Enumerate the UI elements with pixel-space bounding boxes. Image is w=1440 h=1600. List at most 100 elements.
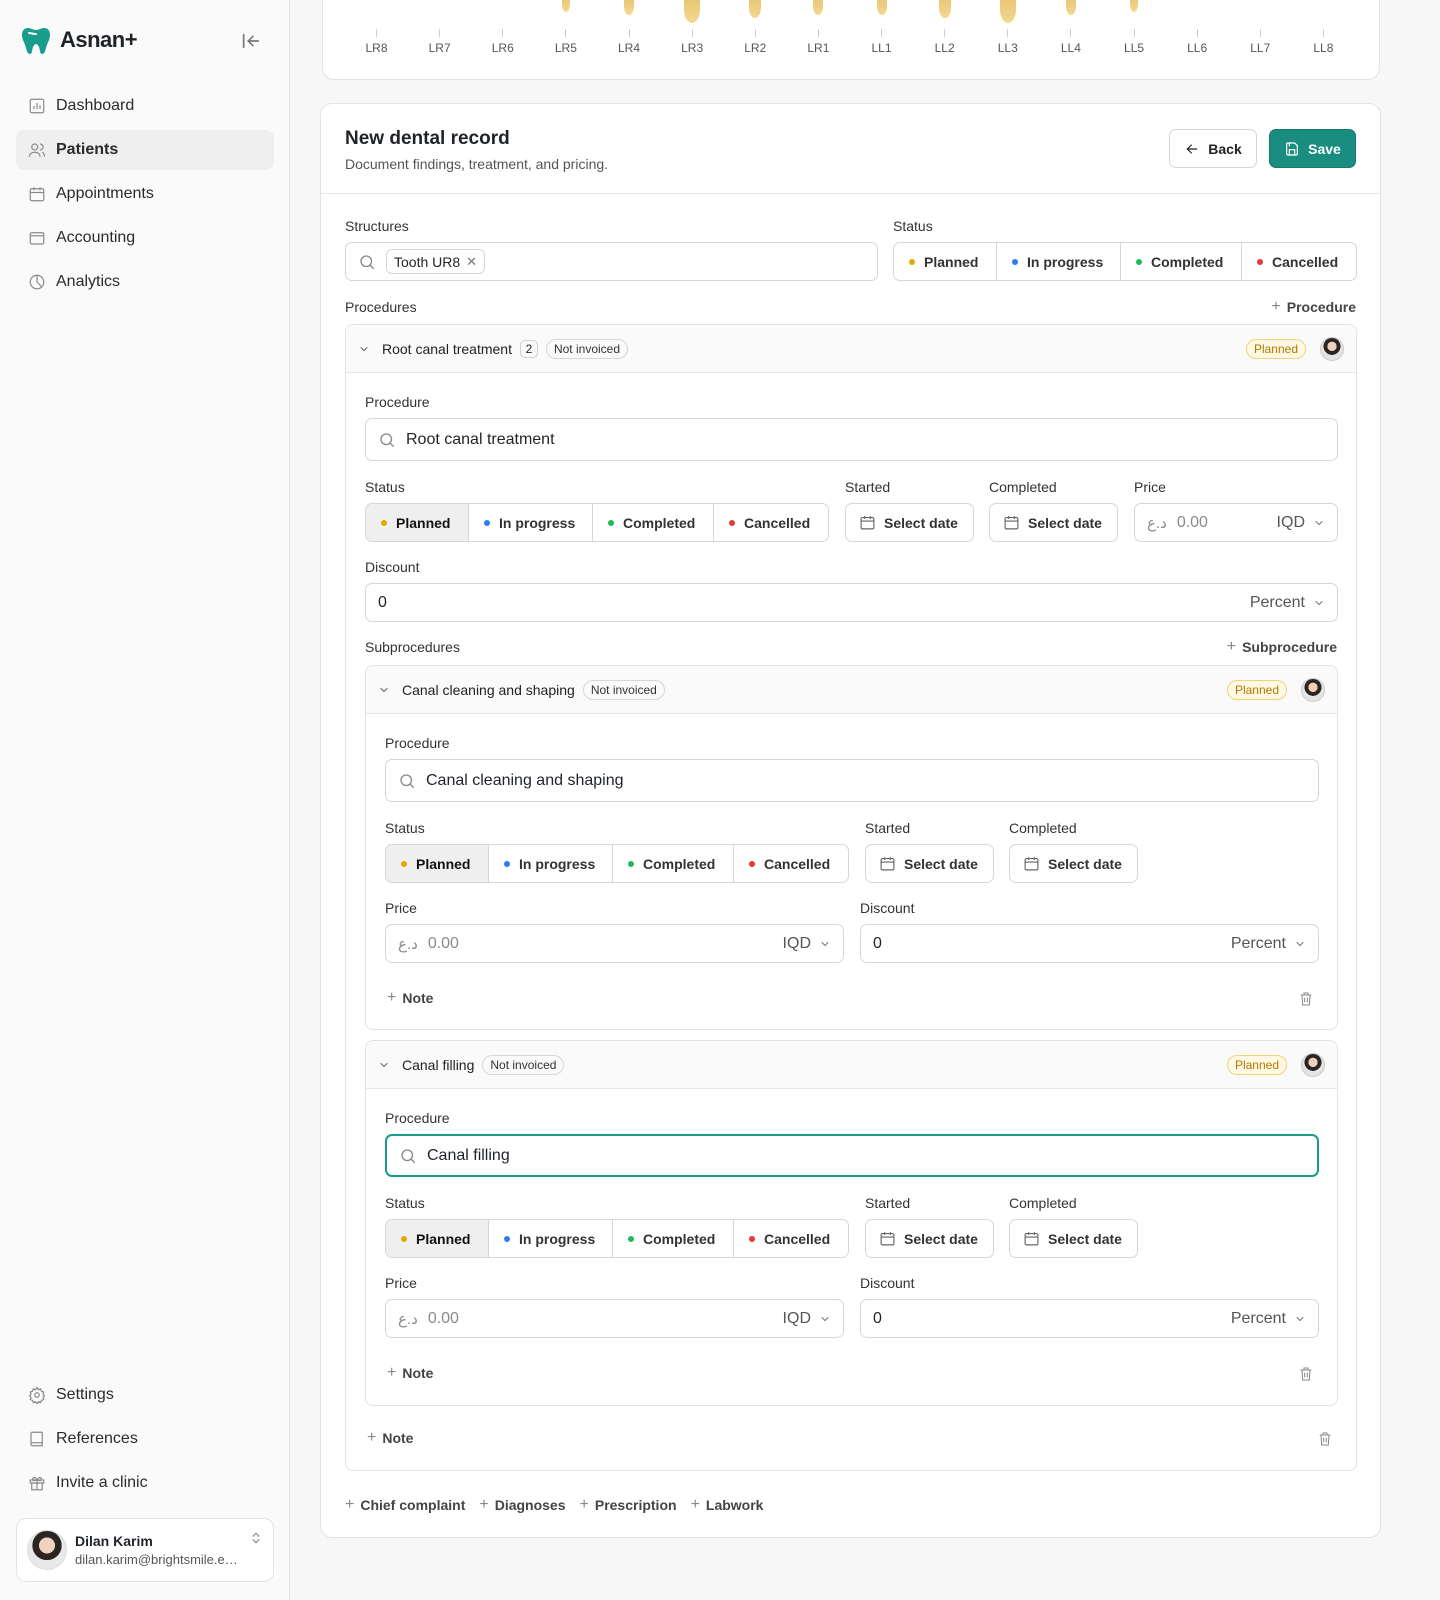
tooth-lr6[interactable]: LR6 bbox=[471, 1, 534, 61]
discount-input[interactable]: 0 Percent bbox=[365, 583, 1338, 622]
structures-input[interactable]: Tooth UR8 ✕ bbox=[345, 242, 878, 281]
tooth-label: LL4 bbox=[1060, 41, 1081, 55]
status-option-in-progress[interactable]: In progress bbox=[469, 504, 593, 541]
tooth-row: LR8 LR7 LR6 LR5 LR4 LR3 LR2 LR1 LL1 LL2 LL3 LL4 LL5 L… bbox=[345, 0, 1355, 61]
completed-dot-icon bbox=[628, 860, 634, 867]
chevron-down-icon[interactable] bbox=[378, 1059, 390, 1071]
status-option-cancelled[interactable]: Cancelled bbox=[1242, 243, 1356, 280]
price-input[interactable]: د.ع 0.00 IQD bbox=[385, 1299, 844, 1338]
add-chief-complaint-button[interactable]: + Chief complaint bbox=[345, 1496, 465, 1514]
status-option-completed[interactable]: Completed bbox=[593, 504, 714, 541]
trash-icon[interactable] bbox=[1298, 991, 1314, 1007]
tooth-ll5[interactable]: LL5 bbox=[1103, 0, 1166, 61]
tooth-tick bbox=[1322, 29, 1324, 37]
completed-date-picker[interactable]: Select date bbox=[989, 503, 1118, 542]
started-date-picker[interactable]: Select date bbox=[865, 844, 994, 883]
collapse-sidebar-icon[interactable] bbox=[240, 30, 262, 52]
status-option-completed[interactable]: Completed bbox=[613, 1220, 734, 1257]
tooth-ll8[interactable]: LL8 bbox=[1292, 1, 1355, 61]
sidebar-item-appointments[interactable]: Appointments bbox=[16, 174, 274, 214]
subprocedure-header[interactable]: Canal filling Not invoiced Planned bbox=[366, 1041, 1337, 1089]
tooth-ll1[interactable]: LL1 bbox=[850, 0, 913, 61]
discount-unit-select[interactable]: Percent bbox=[1250, 594, 1325, 612]
tooth-ll2[interactable]: LL2 bbox=[913, 0, 976, 61]
add-procedure-button[interactable]: + Procedure bbox=[1271, 298, 1356, 316]
discount-unit-select[interactable]: Percent bbox=[1231, 1310, 1306, 1328]
tooth-label: LL1 bbox=[871, 41, 892, 55]
sidebar-item-invite[interactable]: Invite a clinic bbox=[16, 1463, 274, 1503]
add-diagnoses-button[interactable]: + Diagnoses bbox=[479, 1496, 565, 1514]
status-option-in-progress[interactable]: In progress bbox=[489, 845, 613, 882]
sidebar-item-patients[interactable]: Patients bbox=[16, 130, 274, 170]
completed-date-picker[interactable]: Select date bbox=[1009, 844, 1138, 883]
user-menu[interactable]: Dilan Karim dilan.karim@brightsmile.ex..… bbox=[16, 1518, 274, 1582]
tooth-label: LR1 bbox=[807, 41, 830, 55]
tooth-lr1[interactable]: LR1 bbox=[787, 0, 850, 61]
procedure-search-input[interactable]: Root canal treatment bbox=[365, 418, 1338, 461]
search-icon bbox=[400, 773, 415, 788]
subprocedure-search-input[interactable]: Canal cleaning and shaping bbox=[385, 759, 1319, 802]
add-note-button[interactable]: + Note bbox=[387, 1364, 433, 1382]
status-option-cancelled[interactable]: Cancelled bbox=[734, 1220, 848, 1257]
status-option-planned[interactable]: Planned bbox=[386, 1220, 489, 1257]
add-prescription-button[interactable]: + Prescription bbox=[580, 1496, 677, 1514]
tooth-ll4[interactable]: LL4 bbox=[1039, 0, 1102, 61]
brand[interactable]: Asnan+ bbox=[20, 24, 138, 56]
remove-chip-icon[interactable]: ✕ bbox=[466, 254, 477, 270]
search-icon bbox=[401, 1148, 416, 1163]
status-option-in-progress[interactable]: In progress bbox=[489, 1220, 613, 1257]
tooth-lr2[interactable]: LR2 bbox=[724, 0, 787, 61]
subprocedure-search-input[interactable]: Canal filling bbox=[385, 1134, 1319, 1177]
add-labwork-button[interactable]: + Labwork bbox=[691, 1496, 764, 1514]
status-option-planned[interactable]: Planned bbox=[386, 845, 489, 882]
status-option-cancelled[interactable]: Cancelled bbox=[714, 504, 828, 541]
currency-select[interactable]: IQD bbox=[783, 935, 831, 953]
discount-unit-select[interactable]: Percent bbox=[1231, 935, 1306, 953]
completed-label: Completed bbox=[1009, 1195, 1077, 1211]
tooth-lr4[interactable]: LR4 bbox=[598, 0, 661, 61]
procedure-header[interactable]: Root canal treatment 2 Not invoiced Plan… bbox=[346, 325, 1356, 373]
discount-label: Discount bbox=[365, 559, 420, 575]
status-option-planned[interactable]: Planned bbox=[366, 504, 469, 541]
sidebar-item-analytics[interactable]: Analytics bbox=[16, 262, 274, 302]
chevron-down-icon[interactable] bbox=[378, 684, 390, 696]
sidebar-item-references[interactable]: References bbox=[16, 1419, 274, 1459]
add-note-button[interactable]: + Note bbox=[367, 1429, 413, 1447]
subprocedure-name: Canal cleaning and shaping bbox=[402, 681, 575, 698]
back-button[interactable]: Back bbox=[1169, 129, 1257, 168]
tooth-lr8[interactable]: LR8 bbox=[345, 1, 408, 61]
tooth-lr5[interactable]: LR5 bbox=[534, 0, 597, 61]
sidebar-item-accounting[interactable]: Accounting bbox=[16, 218, 274, 258]
status-option-completed[interactable]: Completed bbox=[1121, 243, 1242, 280]
status-option-cancelled[interactable]: Cancelled bbox=[734, 845, 848, 882]
tooth-ll7[interactable]: LL7 bbox=[1229, 1, 1292, 61]
tooth-lr3[interactable]: LR3 bbox=[661, 0, 724, 61]
add-subprocedure-button[interactable]: + Subprocedure bbox=[1227, 638, 1337, 656]
price-input[interactable]: د.ع 0.00 IQD bbox=[385, 924, 844, 963]
currency-select[interactable]: IQD bbox=[1277, 514, 1325, 532]
discount-input[interactable]: 0 Percent bbox=[860, 924, 1319, 963]
discount-input[interactable]: 0 Percent bbox=[860, 1299, 1319, 1338]
sidebar-item-dashboard[interactable]: Dashboard bbox=[16, 86, 274, 126]
currency-select[interactable]: IQD bbox=[783, 1310, 831, 1328]
tooth-ll6[interactable]: LL6 bbox=[1166, 1, 1229, 61]
trash-icon[interactable] bbox=[1317, 1431, 1333, 1447]
subprocedure-header[interactable]: Canal cleaning and shaping Not invoiced … bbox=[366, 666, 1337, 714]
sidebar-item-label: Dashboard bbox=[56, 97, 135, 114]
tooth-ll3[interactable]: LL3 bbox=[976, 0, 1039, 61]
tooth-lr7[interactable]: LR7 bbox=[408, 1, 471, 61]
save-button[interactable]: Save bbox=[1269, 129, 1356, 168]
started-date-picker[interactable]: Select date bbox=[865, 1219, 994, 1258]
completed-label: Completed bbox=[989, 479, 1057, 495]
status-option-in-progress[interactable]: In progress bbox=[997, 243, 1121, 280]
price-input[interactable]: د.ع 0.00 IQD bbox=[1134, 503, 1338, 542]
started-date-picker[interactable]: Select date bbox=[845, 503, 974, 542]
sidebar-item-settings[interactable]: Settings bbox=[16, 1375, 274, 1415]
users-icon bbox=[28, 143, 46, 157]
status-option-planned[interactable]: Planned bbox=[894, 243, 997, 280]
trash-icon[interactable] bbox=[1298, 1366, 1314, 1382]
completed-date-picker[interactable]: Select date bbox=[1009, 1219, 1138, 1258]
chevron-down-icon[interactable] bbox=[358, 343, 370, 355]
add-note-button[interactable]: + Note bbox=[387, 989, 433, 1007]
status-option-completed[interactable]: Completed bbox=[613, 845, 734, 882]
